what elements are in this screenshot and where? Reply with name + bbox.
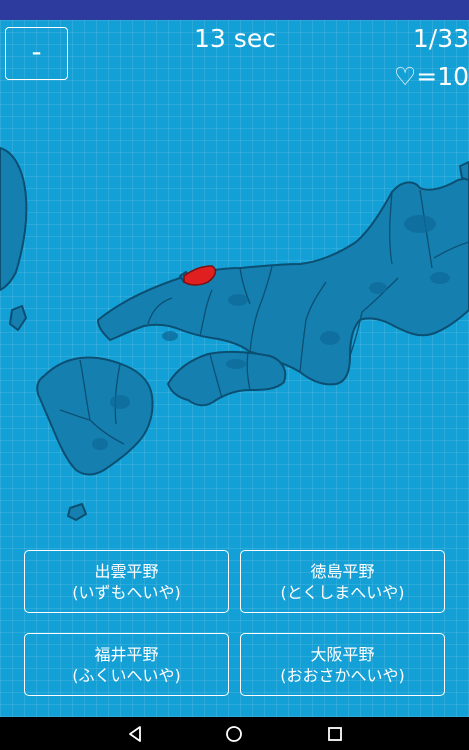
answer-reading: (ふくいへいや) <box>72 665 181 685</box>
answer-button-1[interactable]: 出雲平野 (いずもへいや) <box>24 550 229 613</box>
island-2 <box>67 503 87 521</box>
island-3 <box>459 161 469 181</box>
kyushu-landmass <box>36 356 154 476</box>
answer-reading: (とくしまへいや) <box>280 582 405 602</box>
status-bar <box>0 0 469 20</box>
korea-island <box>9 305 27 331</box>
game-area: - 13 sec 1/33 ♡=10 出雲平野 (いずもへいや) 徳島平野 (と… <box>0 20 469 717</box>
honshu-landmass <box>97 177 469 386</box>
answer-button-3[interactable]: 福井平野 (ふくいへいや) <box>24 633 229 696</box>
answer-button-4[interactable]: 大阪平野 (おおさかへいや) <box>240 633 445 696</box>
answer-name: 出雲平野 <box>94 561 159 581</box>
lives-counter: ♡=10 <box>393 62 469 91</box>
navigation-bar <box>0 717 469 750</box>
back-triangle-icon[interactable] <box>126 725 144 743</box>
answer-name: 福井平野 <box>94 644 159 664</box>
answer-reading: (おおさかへいや) <box>280 665 405 685</box>
answer-button-2[interactable]: 徳島平野 (とくしまへいや) <box>240 550 445 613</box>
question-progress: 1/33 <box>412 24 469 53</box>
shikoku-landmass <box>167 350 287 407</box>
timer-text: 13 sec <box>194 24 276 53</box>
recents-square-icon[interactable] <box>326 725 344 743</box>
answer-name: 大阪平野 <box>310 644 375 664</box>
answer-reading: (いずもへいや) <box>72 582 181 602</box>
home-circle-icon[interactable] <box>225 725 243 743</box>
menu-button[interactable]: - <box>5 27 68 80</box>
answer-name: 徳島平野 <box>310 561 375 581</box>
korea-landmass <box>0 147 28 291</box>
